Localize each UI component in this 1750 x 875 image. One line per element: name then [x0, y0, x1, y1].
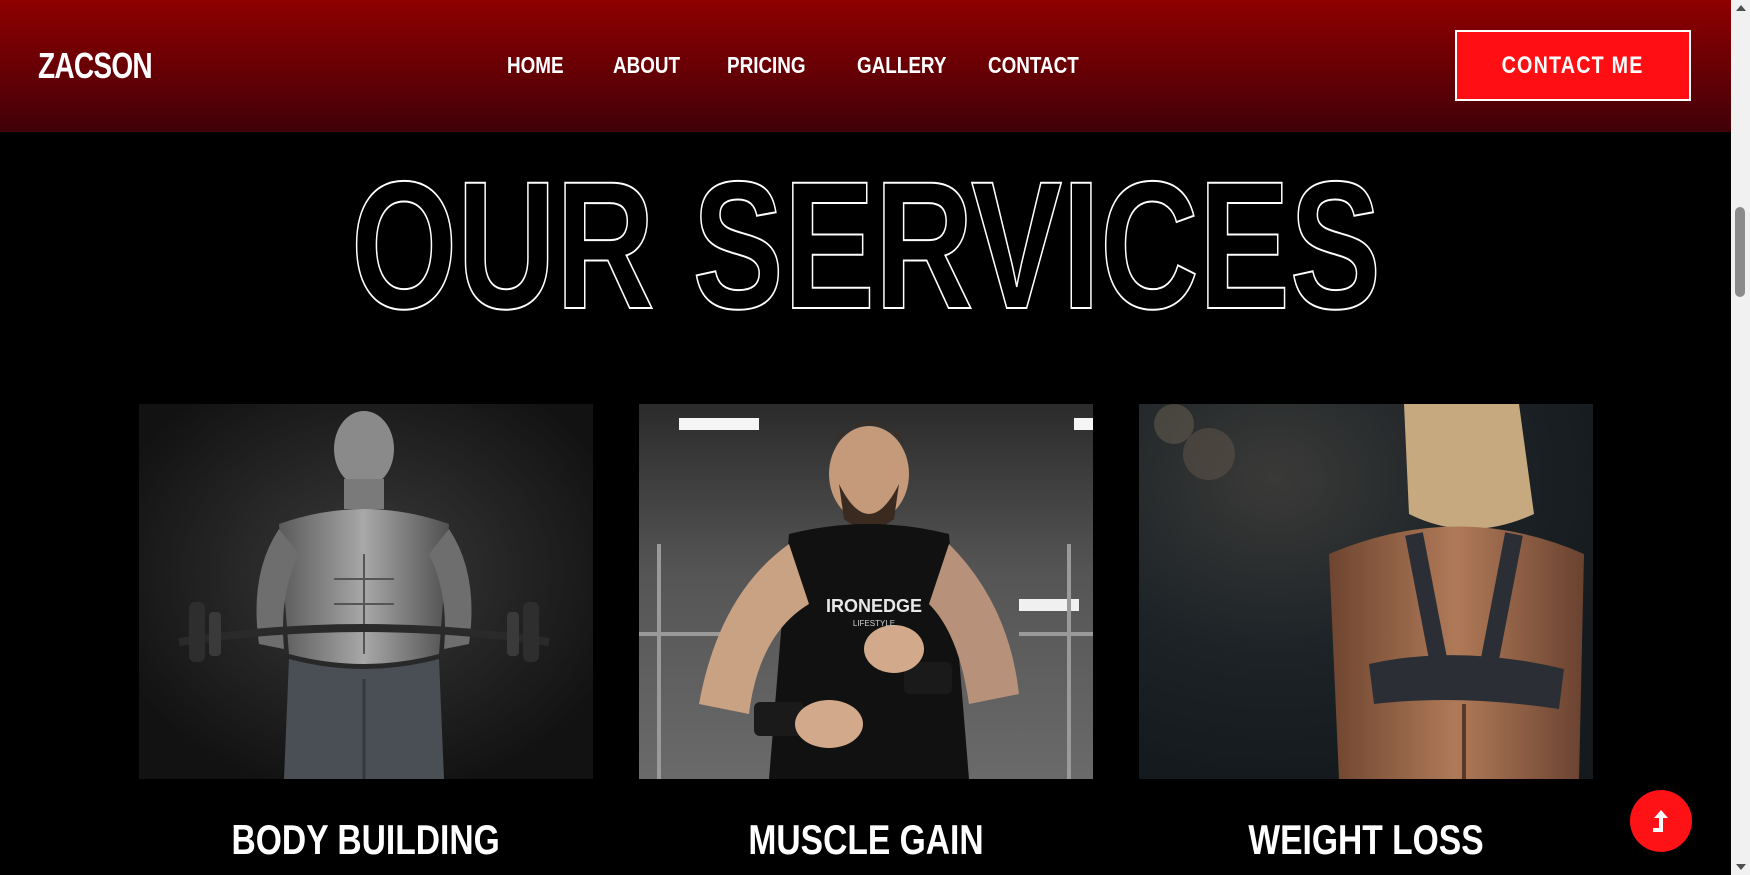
scrollbar[interactable] — [1731, 0, 1750, 875]
scroll-down-icon[interactable] — [1736, 864, 1746, 870]
nav-gallery[interactable]: GALLERY — [857, 48, 946, 82]
nav-contact[interactable]: CONTACT — [988, 48, 1079, 82]
nav-about[interactable]: ABOUT — [613, 48, 680, 82]
arrow-up-icon — [1653, 810, 1668, 832]
scrollbar-thumb[interactable] — [1735, 207, 1745, 297]
card-title: BODY BUILDING — [231, 816, 501, 863]
contact-me-label: CONTACT ME — [1501, 51, 1645, 79]
back-to-top-button[interactable] — [1630, 790, 1692, 852]
service-card-muscle-gain[interactable]: IRONEDGE LIFESTYLE MUSCLE GAIN — [639, 404, 1093, 863]
svg-text:IRONEDGE: IRONEDGE — [826, 596, 922, 616]
site-header: ZACSON HOME ABOUT PRICING GALLERY CONTAC… — [0, 0, 1731, 132]
card-title: MUSCLE GAIN — [748, 816, 984, 863]
section-title: OUR SERVICES — [0, 148, 1731, 318]
man-wrist-wraps-gym-photo: IRONEDGE LIFESTYLE — [639, 404, 1093, 779]
service-card-weight-loss[interactable]: WEIGHT LOSS — [1139, 404, 1593, 863]
section-title-text: OUR SERVICES — [351, 148, 1381, 318]
nav-home[interactable]: HOME — [507, 48, 564, 82]
bodybuilder-barbell-photo — [139, 404, 593, 779]
logo[interactable]: ZACSON — [38, 44, 153, 88]
contact-me-button[interactable]: CONTACT ME — [1455, 30, 1691, 101]
scroll-up-icon[interactable] — [1736, 5, 1746, 11]
card-title: WEIGHT LOSS — [1248, 816, 1484, 863]
woman-back-muscles-photo — [1139, 404, 1593, 779]
svg-text:LIFESTYLE: LIFESTYLE — [853, 619, 895, 628]
nav-pricing[interactable]: PRICING — [727, 48, 806, 82]
service-card-body-building[interactable]: BODY BUILDING — [139, 404, 593, 863]
